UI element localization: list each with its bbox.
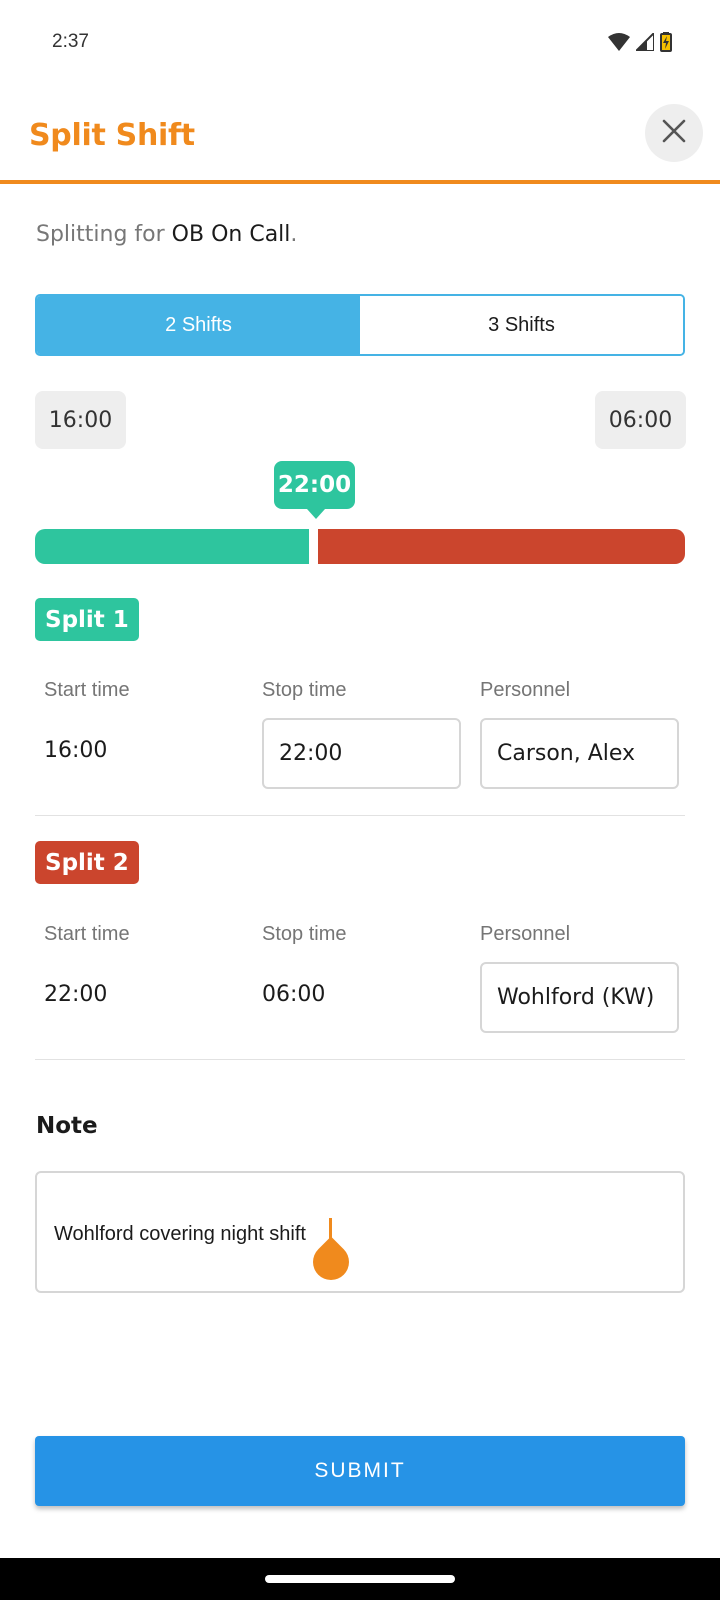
system-nav-bar — [0, 1558, 720, 1600]
submit-button[interactable]: SUBMIT — [35, 1436, 685, 1506]
two-shifts-option[interactable]: 2 Shifts — [37, 296, 360, 354]
splitting-context: Splitting for OB On Call. — [36, 222, 297, 247]
unit-name: OB On Call — [171, 222, 291, 247]
split1-badge: Split 1 — [35, 598, 139, 641]
split1-personnel-field[interactable]: Carson, Alex — [480, 718, 679, 789]
context-prefix: Splitting for — [36, 222, 165, 247]
close-icon — [662, 119, 686, 148]
status-bar: 2:37 — [0, 0, 720, 88]
dialog-header: Split Shift — [0, 88, 720, 184]
split1-start-label: Start time — [44, 679, 130, 701]
split1-stop-time-field[interactable]: 22:00 — [262, 718, 461, 789]
cell-signal-icon — [633, 30, 655, 56]
dialog-title: Split Shift — [29, 118, 195, 153]
context-suffix: . — [290, 222, 298, 247]
status-time: 2:37 — [52, 31, 89, 52]
battery-charging-icon — [660, 31, 672, 57]
shift-count-toggle: 2 Shifts 3 Shifts — [35, 294, 685, 356]
note-label: Note — [36, 1113, 98, 1139]
split2-start-time: 22:00 — [44, 982, 108, 1007]
note-textarea[interactable]: Wohlford covering night shift — [35, 1171, 685, 1293]
split1-personnel-label: Personnel — [480, 679, 571, 701]
split-point-tooltip: 22:00 — [274, 461, 355, 519]
wifi-icon — [608, 32, 630, 56]
range-end-time: 06:00 — [595, 391, 686, 449]
split1-start-time: 16:00 — [44, 738, 108, 763]
split2-personnel-label: Personnel — [480, 923, 571, 945]
split2-badge: Split 2 — [35, 841, 139, 884]
note-text: Wohlford covering night shift — [54, 1223, 306, 1245]
split1-timeline-bar — [35, 529, 309, 564]
split2-start-label: Start time — [44, 923, 130, 945]
split2-timeline-bar — [318, 529, 685, 564]
split-point-slider-handle[interactable] — [309, 525, 318, 568]
range-start-time: 16:00 — [35, 391, 126, 449]
split2-stop-label: Stop time — [262, 923, 347, 945]
close-button[interactable] — [645, 104, 703, 162]
divider — [35, 815, 685, 816]
split1-stop-label: Stop time — [262, 679, 347, 701]
divider — [35, 1059, 685, 1060]
split2-personnel-field[interactable]: Wohlford (KW) — [480, 962, 679, 1033]
status-icons — [608, 30, 672, 57]
split2-stop-time: 06:00 — [262, 982, 326, 1007]
cursor-handle[interactable] — [305, 1236, 357, 1288]
three-shifts-option[interactable]: 3 Shifts — [360, 296, 683, 354]
home-gesture-pill[interactable] — [265, 1575, 455, 1583]
